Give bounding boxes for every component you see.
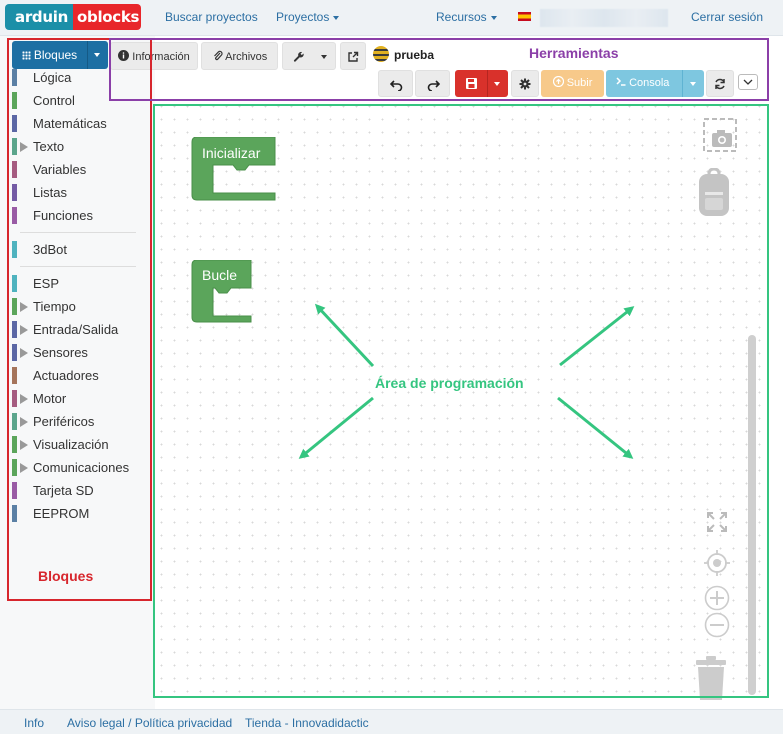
chevron-down-icon [490, 15, 497, 20]
tools-annotation-box [109, 38, 769, 101]
logout-link[interactable]: Cerrar sesión [691, 0, 763, 36]
chevron-down-icon [333, 15, 340, 20]
search-projects-link[interactable]: Buscar proyectos [165, 0, 258, 36]
footer-info-link[interactable]: Info [24, 716, 44, 730]
projects-menu[interactable]: Proyectos [276, 0, 340, 36]
resources-menu-label: Recursos [436, 10, 487, 24]
blocks-annotation-label: Bloques [38, 568, 94, 584]
user-name-blurred[interactable] [540, 9, 668, 27]
arduinoblocks-logo[interactable]: arduin oblocks [5, 4, 141, 30]
footer-shop-link[interactable]: Tienda - Innovadidactic [245, 716, 369, 730]
footer-legal-link[interactable]: Aviso legal / Política privacidad [67, 716, 232, 730]
top-navbar: arduin oblocks Buscar proyectos Proyecto… [0, 0, 783, 36]
spain-flag-icon[interactable] [518, 12, 531, 21]
footer: Info Aviso legal / Política privacidad T… [0, 709, 783, 734]
programming-annotation-box [153, 104, 769, 698]
blocks-annotation-box [7, 38, 152, 601]
projects-menu-label: Proyectos [276, 10, 330, 24]
programming-annotation-label: Área de programación [375, 375, 524, 391]
logo-text-right: oblocks [73, 4, 141, 30]
tools-annotation-label: Herramientas [529, 45, 619, 61]
resources-menu[interactable]: Recursos [436, 0, 497, 36]
